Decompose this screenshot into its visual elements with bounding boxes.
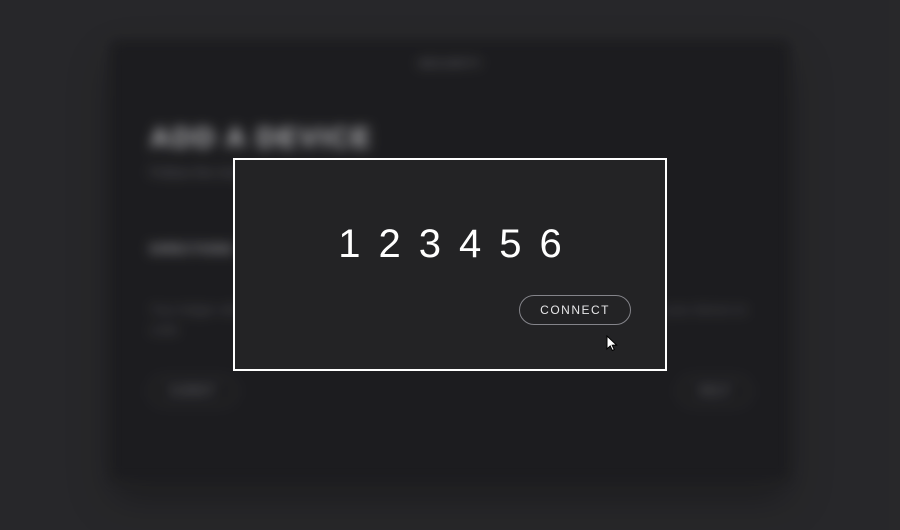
- pairing-code-modal: 123456 CONNECT: [233, 158, 667, 371]
- pairing-code: 123456: [320, 222, 579, 267]
- connect-button[interactable]: CONNECT: [519, 295, 631, 325]
